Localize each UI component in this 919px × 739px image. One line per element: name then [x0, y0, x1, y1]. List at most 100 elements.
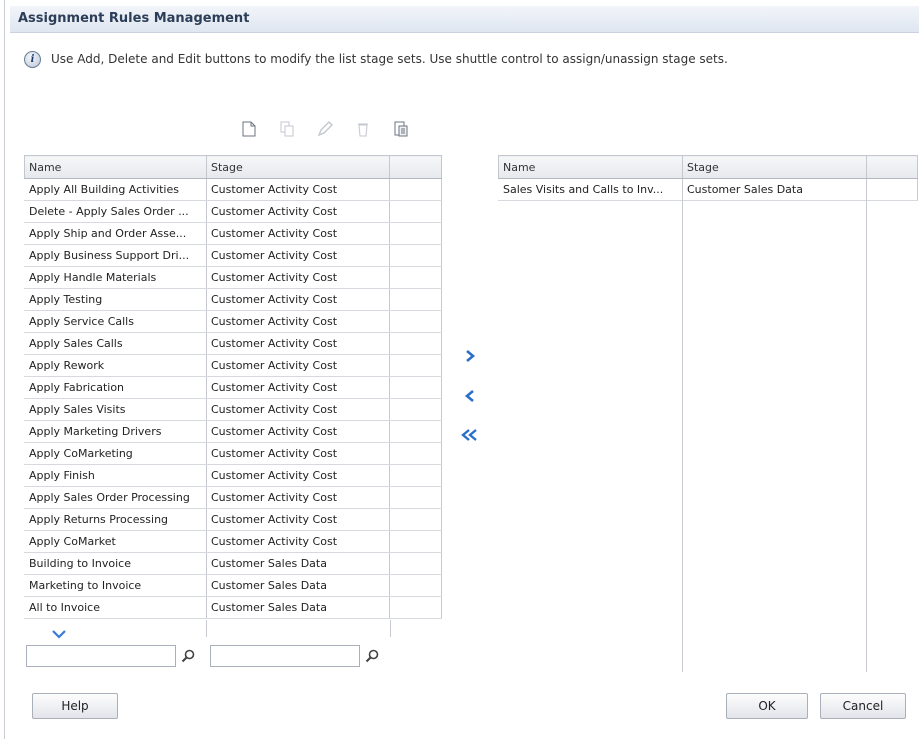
- row-stage-cell: Customer Activity Cost: [206, 398, 390, 421]
- column-header-name[interactable]: Name: [498, 155, 683, 179]
- row-spacer-cell: [389, 486, 442, 509]
- table-row[interactable]: Sales Visits and Calls to Inv... Customer…: [498, 178, 918, 201]
- row-spacer-cell: [389, 288, 442, 311]
- row-name-cell: Apply Finish: [24, 464, 207, 487]
- row-stage-cell: Customer Sales Data: [206, 596, 390, 619]
- row-stage-cell: Customer Activity Cost: [206, 530, 390, 553]
- row-name-cell: All to Invoice: [24, 596, 207, 619]
- column-header-name[interactable]: Name: [24, 155, 207, 179]
- row-spacer-cell: [389, 398, 442, 421]
- row-stage-cell: Customer Activity Cost: [206, 376, 390, 399]
- column-header-spacer: [389, 155, 442, 179]
- row-spacer-cell: [389, 200, 442, 223]
- row-name-cell: Apply Sales Calls: [24, 332, 207, 355]
- table-row[interactable]: Apply Finish Customer Activity Cost: [24, 464, 442, 487]
- row-stage-cell: Customer Activity Cost: [206, 222, 390, 245]
- table-row[interactable]: Apply Returns Processing Customer Activit…: [24, 508, 442, 531]
- table-row[interactable]: Apply Service Calls Customer Activity Cos…: [24, 310, 442, 333]
- row-spacer-cell: [389, 332, 442, 355]
- column-header-stage[interactable]: Stage: [682, 155, 867, 179]
- table-row[interactable]: Building to Invoice Customer Sales Data: [24, 552, 442, 575]
- table-row[interactable]: Delete - Apply Sales Order ... Customer A…: [24, 200, 442, 223]
- info-text: Use Add, Delete and Edit buttons to modi…: [51, 52, 728, 66]
- table-row[interactable]: Apply Fabrication Customer Activity Cost: [24, 376, 442, 399]
- delete-icon[interactable]: [351, 119, 375, 139]
- move-right-icon[interactable]: [459, 346, 481, 366]
- ok-button[interactable]: OK: [726, 693, 808, 719]
- new-document-icon[interactable]: [237, 119, 261, 139]
- filter-name: [26, 645, 195, 667]
- row-spacer-cell: [389, 552, 442, 575]
- table-row[interactable]: Apply Rework Customer Activity Cost: [24, 354, 442, 377]
- row-stage-cell: Customer Activity Cost: [206, 508, 390, 531]
- table-row[interactable]: Apply CoMarket Customer Activity Cost: [24, 530, 442, 553]
- row-name-cell: Apply Handle Materials: [24, 266, 207, 289]
- row-name-cell: Apply Rework: [24, 354, 207, 377]
- row-stage-cell: Customer Activity Cost: [206, 310, 390, 333]
- row-name-cell: Apply All Building Activities: [24, 178, 207, 201]
- available-stage-sets-table: Name Stage Apply All Building Activities…: [24, 155, 442, 619]
- table-row[interactable]: Apply CoMarketing Customer Activity Cost: [24, 442, 442, 465]
- chevron-down-icon[interactable]: [51, 624, 67, 643]
- row-spacer-cell: [389, 574, 442, 597]
- row-spacer-cell: [389, 376, 442, 399]
- row-name-cell: Apply Business Support Dri...: [24, 244, 207, 267]
- row-spacer-cell: [389, 596, 442, 619]
- column-header-stage[interactable]: Stage: [206, 155, 390, 179]
- column-divider: [866, 198, 867, 672]
- row-stage-cell: Customer Sales Data: [206, 574, 390, 597]
- row-stage-cell: Customer Activity Cost: [206, 178, 390, 201]
- export-icon[interactable]: [389, 119, 413, 139]
- filter-stage-input[interactable]: [210, 645, 360, 667]
- move-all-left-icon[interactable]: [459, 425, 481, 445]
- row-stage-cell: Customer Activity Cost: [206, 200, 390, 223]
- dialog-titlebar: Assignment Rules Management: [10, 6, 919, 33]
- row-spacer-cell: [389, 222, 442, 245]
- row-name-cell: Apply Sales Visits: [24, 398, 207, 421]
- column-divider: [390, 620, 391, 637]
- row-stage-cell: Customer Activity Cost: [206, 332, 390, 355]
- table-header-row: Name Stage: [24, 155, 442, 179]
- table-row[interactable]: Marketing to Invoice Customer Sales Data: [24, 574, 442, 597]
- table-row[interactable]: Apply Marketing Drivers Customer Activity…: [24, 420, 442, 443]
- edit-pencil-icon[interactable]: [313, 119, 337, 139]
- row-stage-cell: Customer Activity Cost: [206, 486, 390, 509]
- row-stage-cell: Customer Activity Cost: [206, 354, 390, 377]
- row-spacer-cell: [866, 178, 918, 201]
- move-left-icon[interactable]: [459, 386, 481, 406]
- table-row[interactable]: All to Invoice Customer Sales Data: [24, 596, 442, 619]
- row-spacer-cell: [389, 354, 442, 377]
- column-divider: [682, 198, 683, 672]
- row-name-cell: Apply CoMarket: [24, 530, 207, 553]
- row-name-cell: Building to Invoice: [24, 552, 207, 575]
- table-row[interactable]: Apply Sales Visits Customer Activity Cost: [24, 398, 442, 421]
- row-spacer-cell: [389, 530, 442, 553]
- row-name-cell: Apply Testing: [24, 288, 207, 311]
- table-row[interactable]: Apply Business Support Dri... Customer Ac…: [24, 244, 442, 267]
- row-spacer-cell: [389, 178, 442, 201]
- copy-icon[interactable]: [275, 119, 299, 139]
- selected-stage-sets-table: Name Stage Sales Visits and Calls to Inv…: [498, 155, 918, 201]
- table-row[interactable]: Apply All Building Activities Customer Ac…: [24, 178, 442, 201]
- search-icon[interactable]: [181, 649, 195, 663]
- column-divider: [206, 620, 207, 637]
- row-name-cell: Delete - Apply Sales Order ...: [24, 200, 207, 223]
- table-row[interactable]: Apply Testing Customer Activity Cost: [24, 288, 442, 311]
- help-button[interactable]: Help: [32, 693, 118, 719]
- search-icon[interactable]: [365, 649, 379, 663]
- table-row[interactable]: Apply Ship and Order Asse... Customer Act…: [24, 222, 442, 245]
- row-spacer-cell: [389, 508, 442, 531]
- table-row[interactable]: Apply Handle Materials Customer Activity …: [24, 266, 442, 289]
- row-spacer-cell: [389, 310, 442, 333]
- row-stage-cell: Customer Activity Cost: [206, 420, 390, 443]
- row-stage-cell: Customer Activity Cost: [206, 244, 390, 267]
- filter-name-input[interactable]: [26, 645, 176, 667]
- cancel-button[interactable]: Cancel: [820, 693, 906, 719]
- row-name-cell: Apply Marketing Drivers: [24, 420, 207, 443]
- table-header-row: Name Stage: [498, 155, 918, 179]
- row-stage-cell: Customer Activity Cost: [206, 442, 390, 465]
- table-row[interactable]: Apply Sales Calls Customer Activity Cost: [24, 332, 442, 355]
- column-header-spacer: [866, 155, 918, 179]
- window-edge: [4, 0, 5, 739]
- table-row[interactable]: Apply Sales Order Processing Customer Act…: [24, 486, 442, 509]
